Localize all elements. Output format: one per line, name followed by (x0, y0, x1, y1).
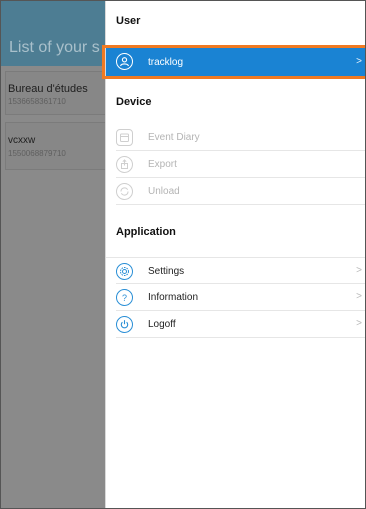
chevron-right-icon: > (356, 291, 362, 302)
menu-item-unload[interactable]: Unload (106, 178, 365, 205)
svg-text:?: ? (122, 293, 127, 303)
section-header-application: Application (116, 226, 176, 238)
menu-item-settings[interactable]: Settings > (106, 257, 365, 284)
menu-item-label: Event Diary (148, 132, 200, 143)
export-icon (116, 156, 133, 173)
card-id: 1550068879710 (8, 149, 66, 158)
power-icon (116, 316, 133, 333)
calendar-icon (116, 129, 133, 146)
card-name: vcxxw (8, 135, 36, 146)
question-icon: ? (116, 289, 133, 306)
menu-item-label: Logoff (148, 319, 176, 330)
menu-item-label: Unload (148, 186, 180, 197)
menu-item-tracklog[interactable]: tracklog > (106, 48, 365, 76)
chevron-right-icon: > (356, 318, 362, 329)
side-drawer-menu: User tracklog > Device Event Diary Expor… (105, 1, 365, 508)
card-id: 1536658361710 (8, 97, 66, 106)
menu-item-event-diary[interactable]: Event Diary (106, 124, 365, 151)
menu-item-label: Export (148, 159, 177, 170)
menu-item-logoff[interactable]: Logoff > (106, 311, 365, 338)
menu-item-information[interactable]: ? Information > (106, 284, 365, 311)
gear-icon (116, 263, 133, 280)
divider (116, 337, 365, 338)
app-frame: List of your s Bureau d'études 153665836… (0, 0, 366, 509)
chevron-right-icon: > (356, 56, 362, 67)
sync-icon (116, 183, 133, 200)
divider (116, 204, 365, 205)
section-header-device: Device (116, 96, 152, 108)
menu-item-label: Information (148, 292, 199, 303)
menu-item-label: tracklog (148, 57, 184, 68)
menu-item-label: Settings (148, 266, 185, 277)
chevron-right-icon: > (356, 265, 362, 276)
background-header-title: List of your s (9, 39, 100, 56)
menu-item-export[interactable]: Export (106, 151, 365, 178)
section-header-user: User (116, 15, 141, 27)
user-icon (116, 53, 133, 70)
card-name: Bureau d'études (8, 83, 88, 95)
